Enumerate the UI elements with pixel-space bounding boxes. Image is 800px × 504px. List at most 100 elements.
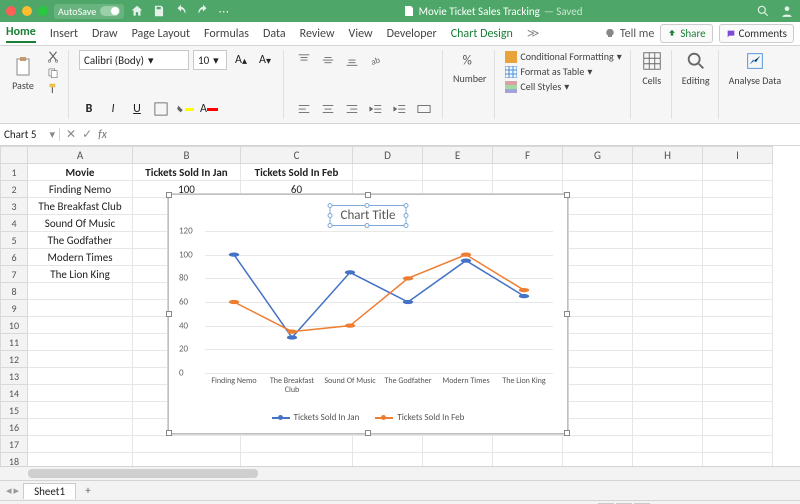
col-header[interactable]: G bbox=[563, 146, 633, 164]
cell[interactable] bbox=[633, 334, 703, 351]
cell[interactable]: Tickets Sold In Feb bbox=[241, 164, 353, 181]
format-painter-icon[interactable] bbox=[46, 82, 60, 96]
cell[interactable] bbox=[633, 368, 703, 385]
col-header[interactable]: B bbox=[133, 146, 241, 164]
share-button[interactable]: Share bbox=[660, 24, 712, 43]
cell[interactable] bbox=[633, 317, 703, 334]
cell[interactable]: Finding Nemo bbox=[28, 181, 133, 198]
worksheet[interactable]: A B C D E F G H I 1MovieTickets Sold In … bbox=[0, 146, 800, 466]
search-icon[interactable] bbox=[756, 4, 770, 18]
cell[interactable] bbox=[703, 215, 773, 232]
cell[interactable] bbox=[28, 351, 133, 368]
col-header[interactable]: F bbox=[493, 146, 563, 164]
row-header[interactable]: 11 bbox=[0, 334, 28, 351]
cell[interactable] bbox=[633, 198, 703, 215]
col-header[interactable]: A bbox=[28, 146, 133, 164]
cancel-formula-icon[interactable]: ✕ bbox=[66, 127, 76, 142]
cell[interactable] bbox=[703, 419, 773, 436]
cell[interactable] bbox=[353, 436, 423, 453]
cell[interactable] bbox=[703, 198, 773, 215]
row-header[interactable]: 10 bbox=[0, 317, 28, 334]
cell[interactable] bbox=[633, 266, 703, 283]
autosave-toggle[interactable]: AutoSave bbox=[54, 4, 124, 19]
orientation-icon[interactable]: ab bbox=[366, 50, 386, 70]
cell[interactable] bbox=[563, 215, 633, 232]
col-header[interactable]: E bbox=[423, 146, 493, 164]
redo-icon[interactable] bbox=[196, 4, 210, 18]
cell[interactable] bbox=[703, 300, 773, 317]
cell[interactable] bbox=[353, 453, 423, 466]
horizontal-scrollbar[interactable] bbox=[0, 466, 800, 480]
col-header[interactable]: H bbox=[633, 146, 703, 164]
cell[interactable] bbox=[703, 368, 773, 385]
sheet-nav-prev-icon[interactable]: ◂ bbox=[6, 484, 12, 497]
align-right-icon[interactable] bbox=[342, 99, 362, 119]
row-header[interactable]: 7 bbox=[0, 266, 28, 283]
chart-legend[interactable]: Tickets Sold In Jan Tickets Sold In Feb bbox=[175, 412, 561, 423]
cell[interactable] bbox=[703, 266, 773, 283]
autosave-switch-icon[interactable] bbox=[100, 6, 120, 16]
row-header[interactable]: 18 bbox=[0, 453, 28, 466]
col-header[interactable]: C bbox=[241, 146, 353, 164]
underline-button[interactable]: U bbox=[127, 99, 147, 119]
cell[interactable] bbox=[563, 419, 633, 436]
tab-formulas[interactable]: Formulas bbox=[204, 27, 249, 41]
cell[interactable] bbox=[563, 385, 633, 402]
cell[interactable] bbox=[563, 436, 633, 453]
cell[interactable] bbox=[703, 232, 773, 249]
align-top-icon[interactable] bbox=[294, 50, 314, 70]
borders-button[interactable] bbox=[151, 99, 171, 119]
cell[interactable] bbox=[423, 453, 493, 466]
bold-button[interactable]: B bbox=[79, 99, 99, 119]
cut-icon[interactable] bbox=[46, 50, 60, 64]
indent-increase-icon[interactable] bbox=[390, 99, 410, 119]
select-all-corner[interactable] bbox=[0, 146, 28, 164]
sheet-nav-next-icon[interactable]: ▸ bbox=[14, 484, 20, 497]
decrease-font-icon[interactable]: A▾ bbox=[255, 50, 275, 70]
cell[interactable] bbox=[633, 249, 703, 266]
row-header[interactable]: 13 bbox=[0, 368, 28, 385]
cell[interactable] bbox=[563, 334, 633, 351]
cell[interactable] bbox=[493, 453, 563, 466]
tab-chart-design[interactable]: Chart Design bbox=[451, 27, 513, 41]
format-as-table-button[interactable]: Format as Table ▾ bbox=[505, 65, 621, 78]
minimize-window-icon[interactable] bbox=[22, 6, 32, 16]
cell[interactable] bbox=[703, 283, 773, 300]
tell-me-search[interactable]: Tell me bbox=[604, 27, 655, 41]
cell[interactable] bbox=[703, 317, 773, 334]
cell[interactable] bbox=[28, 453, 133, 466]
cell[interactable] bbox=[563, 181, 633, 198]
cell[interactable] bbox=[563, 283, 633, 300]
cell[interactable] bbox=[493, 436, 563, 453]
cell[interactable] bbox=[633, 385, 703, 402]
cell[interactable] bbox=[633, 453, 703, 466]
fullscreen-window-icon[interactable] bbox=[38, 6, 48, 16]
row-header[interactable]: 8 bbox=[0, 283, 28, 300]
editing-button[interactable]: Editing bbox=[682, 50, 710, 87]
cell-styles-button[interactable]: Cell Styles ▾ bbox=[505, 80, 621, 93]
cell[interactable] bbox=[28, 385, 133, 402]
cell[interactable] bbox=[241, 453, 353, 466]
cell[interactable] bbox=[563, 300, 633, 317]
resize-handle[interactable] bbox=[564, 430, 570, 436]
cell[interactable]: The Lion King bbox=[28, 266, 133, 283]
cell[interactable] bbox=[633, 215, 703, 232]
cell[interactable] bbox=[423, 436, 493, 453]
cell[interactable] bbox=[563, 164, 633, 181]
row-header[interactable]: 15 bbox=[0, 402, 28, 419]
close-window-icon[interactable] bbox=[6, 6, 16, 16]
name-box[interactable]: Chart 5▾ bbox=[0, 128, 60, 141]
cell[interactable]: The Breakfast Club bbox=[28, 198, 133, 215]
tab-review[interactable]: Review bbox=[300, 27, 335, 41]
resize-handle[interactable] bbox=[564, 311, 570, 317]
align-middle-icon[interactable] bbox=[318, 50, 338, 70]
cell[interactable] bbox=[28, 402, 133, 419]
cell[interactable] bbox=[28, 368, 133, 385]
cell[interactable] bbox=[633, 419, 703, 436]
cell[interactable] bbox=[28, 436, 133, 453]
row-header[interactable]: 14 bbox=[0, 385, 28, 402]
col-header[interactable]: I bbox=[703, 146, 773, 164]
row-header[interactable]: 4 bbox=[0, 215, 28, 232]
align-left-icon[interactable] bbox=[294, 99, 314, 119]
cell[interactable] bbox=[633, 300, 703, 317]
